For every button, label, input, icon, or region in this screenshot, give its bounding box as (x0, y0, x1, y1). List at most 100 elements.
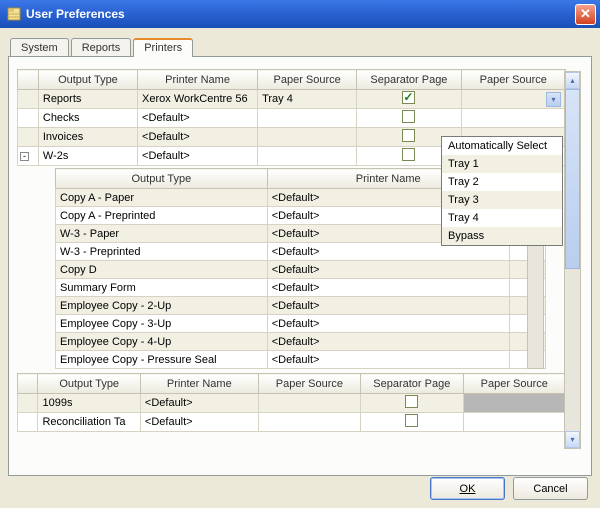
tree-header (18, 374, 38, 394)
tab-reports[interactable]: Reports (71, 38, 132, 57)
cell-output[interactable]: Employee Copy - 2-Up (56, 297, 268, 315)
cell-printer[interactable]: Xerox WorkCentre 56 (138, 90, 258, 109)
table-row[interactable]: Copy D<Default> (56, 261, 546, 279)
vertical-scrollbar[interactable]: ▴ ▾ (564, 71, 581, 449)
tab-printers[interactable]: Printers (133, 38, 193, 57)
cell-output[interactable]: Copy D (56, 261, 268, 279)
cell-printer[interactable]: <Default> (267, 297, 509, 315)
table-row[interactable]: Summary Form<Default> (56, 279, 546, 297)
table-row[interactable]: Employee Copy - 3-Up<Default> (56, 315, 546, 333)
paper-source-dropdown[interactable]: Automatically Select Tray 1 Tray 2 Tray … (441, 136, 563, 246)
cell-output[interactable]: Employee Copy - 3-Up (56, 315, 268, 333)
tree-cell[interactable]: - (18, 147, 39, 166)
cell-separator[interactable] (357, 109, 461, 128)
cell-paper2[interactable] (463, 394, 565, 413)
cell-paper[interactable] (258, 394, 360, 413)
cell-output[interactable]: Summary Form (56, 279, 268, 297)
col-output-type[interactable]: Output Type (38, 374, 140, 394)
cell-paper[interactable] (258, 128, 357, 147)
checkbox-icon[interactable] (402, 110, 415, 123)
cell-output[interactable]: Copy A - Preprinted (56, 207, 268, 225)
cell-output[interactable]: Invoices (38, 128, 137, 147)
col-output-type[interactable]: Output Type (56, 169, 268, 189)
checkbox-icon[interactable] (405, 414, 418, 427)
cell-printer[interactable]: <Default> (267, 333, 509, 351)
cell-paper[interactable] (258, 109, 357, 128)
dropdown-option[interactable]: Tray 3 (442, 191, 562, 209)
cell-printer[interactable]: <Default> (138, 147, 258, 166)
table-row[interactable]: Employee Copy - Pressure Seal<Default> (56, 351, 546, 369)
cell-output[interactable]: W-2s (38, 147, 137, 166)
col-separator-page[interactable]: Separator Page (361, 374, 463, 394)
col-paper-source-2[interactable]: Paper Source (463, 374, 565, 394)
cell-paper2[interactable]: ▾ (461, 90, 565, 109)
cell-paper[interactable] (258, 413, 360, 432)
cell-paper2[interactable] (461, 109, 565, 128)
cell-printer[interactable]: <Default> (138, 109, 258, 128)
ok-label: OK (460, 483, 476, 495)
window-title: User Preferences (26, 7, 575, 21)
dropdown-option[interactable]: Tray 1 (442, 155, 562, 173)
cell-separator[interactable] (361, 413, 463, 432)
checkbox-icon[interactable] (402, 91, 415, 104)
cell-output[interactable]: Reconciliation Ta (38, 413, 140, 432)
table-row[interactable]: Employee Copy - 4-Up<Default> (56, 333, 546, 351)
scroll-up-button[interactable]: ▴ (565, 72, 580, 89)
table-row[interactable]: Reconciliation Ta <Default> (18, 413, 566, 432)
collapse-icon[interactable]: - (20, 152, 29, 161)
col-paper-source-1[interactable]: Paper Source (258, 374, 360, 394)
cancel-button[interactable]: Cancel (513, 477, 588, 500)
cell-paper[interactable] (258, 147, 357, 166)
close-button[interactable]: ✕ (575, 4, 596, 25)
cell-paper[interactable]: Tray 4 (258, 90, 357, 109)
col-printer-name[interactable]: Printer Name (138, 70, 258, 90)
cell-printer[interactable]: <Default> (140, 413, 258, 432)
tab-system[interactable]: System (10, 38, 69, 57)
scroll-track[interactable] (565, 89, 580, 431)
tree-cell (18, 394, 38, 413)
col-separator-page[interactable]: Separator Page (357, 70, 461, 90)
table-row[interactable]: 1099s <Default> (18, 394, 566, 413)
scroll-thumb[interactable] (565, 89, 580, 269)
table-row[interactable]: Checks <Default> (18, 109, 566, 128)
tree-cell (18, 109, 39, 128)
cell-output[interactable]: 1099s (38, 394, 140, 413)
table-row[interactable]: Employee Copy - 2-Up<Default> (56, 297, 546, 315)
col-output-type[interactable]: Output Type (38, 70, 137, 90)
col-printer-name[interactable]: Printer Name (140, 374, 258, 394)
col-paper-source-2[interactable]: Paper Source (461, 70, 565, 90)
grid-container: Output Type Printer Name Paper Source Se… (17, 69, 583, 449)
ok-button[interactable]: OK (430, 477, 505, 500)
cell-output[interactable]: Copy A - Paper (56, 189, 268, 207)
cell-printer[interactable]: <Default> (267, 261, 509, 279)
cell-output[interactable]: Employee Copy - Pressure Seal (56, 351, 268, 369)
cell-output[interactable]: W-3 - Preprinted (56, 243, 268, 261)
cell-separator[interactable] (361, 394, 463, 413)
scroll-down-button[interactable]: ▾ (565, 431, 580, 448)
cell-paper2[interactable] (463, 413, 565, 432)
cell-printer[interactable]: <Default> (140, 394, 258, 413)
checkbox-icon[interactable] (405, 395, 418, 408)
cell-printer[interactable]: <Default> (267, 315, 509, 333)
cell-output[interactable]: Employee Copy - 4-Up (56, 333, 268, 351)
cell-printer[interactable]: <Default> (267, 279, 509, 297)
cell-printer[interactable]: <Default> (267, 351, 509, 369)
dropdown-option[interactable]: Tray 2 (442, 173, 562, 191)
dropdown-option[interactable]: Tray 4 (442, 209, 562, 227)
cell-output[interactable]: Checks (38, 109, 137, 128)
tab-strip: System Reports Printers (8, 34, 592, 56)
col-paper-source-1[interactable]: Paper Source (258, 70, 357, 90)
cell-printer[interactable]: <Default> (138, 128, 258, 147)
cell-separator[interactable] (357, 90, 461, 109)
table-row[interactable]: Reports Xerox WorkCentre 56 Tray 4 ▾ (18, 90, 566, 109)
cell-output[interactable]: W-3 - Paper (56, 225, 268, 243)
dropdown-option[interactable]: Bypass (442, 227, 562, 245)
checkbox-icon[interactable] (402, 129, 415, 142)
dropdown-button[interactable]: ▾ (546, 92, 561, 107)
dialog-footer: OK Cancel (430, 477, 588, 500)
top-grid-header: Output Type Printer Name Paper Source Se… (18, 70, 566, 90)
bottom-grid: Output Type Printer Name Paper Source Se… (17, 373, 566, 432)
cell-output[interactable]: Reports (38, 90, 137, 109)
checkbox-icon[interactable] (402, 148, 415, 161)
dropdown-option[interactable]: Automatically Select (442, 137, 562, 155)
